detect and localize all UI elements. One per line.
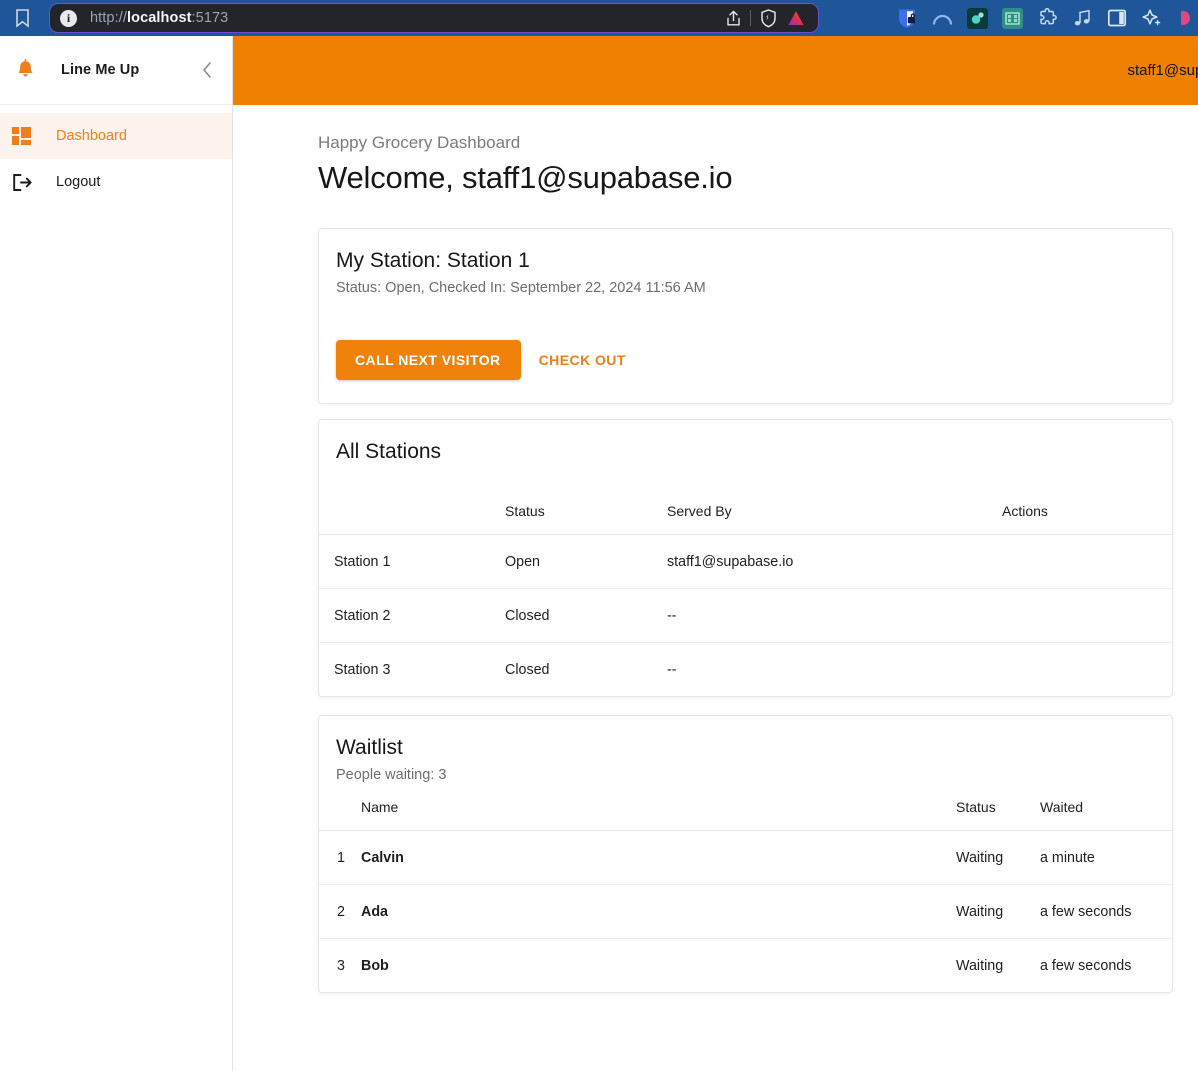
- address-bar[interactable]: i http://localhost:5173: [49, 3, 819, 33]
- cell-waited: a few seconds: [1040, 958, 1132, 974]
- cell-status: Closed: [505, 588, 667, 643]
- sidebar-brand: Line Me Up: [61, 62, 140, 78]
- call-next-visitor-button[interactable]: CALL NEXT VISITOR: [336, 340, 521, 380]
- sidebar-nav: Dashboard Logout: [0, 105, 232, 205]
- url-text: http://localhost:5173: [90, 10, 228, 26]
- cell-name: Ada: [361, 884, 956, 939]
- sidebar-panel-icon[interactable]: [1106, 7, 1128, 29]
- puzzle-extensions-icon[interactable]: [1036, 7, 1058, 29]
- my-station-title: My Station: Station 1: [336, 249, 530, 272]
- nordvpn-icon[interactable]: [931, 7, 953, 29]
- main-content: Happy Grocery Dashboard Welcome, staff1@…: [233, 105, 1198, 1071]
- table-row: Station 2 Closed --: [319, 588, 1172, 643]
- my-station-card: My Station: Station 1 Status: Open, Chec…: [318, 228, 1173, 404]
- grammarly-icon[interactable]: [966, 7, 988, 29]
- sidebar-item-logout[interactable]: Logout: [0, 159, 232, 205]
- brave-shield-icon[interactable]: [760, 8, 777, 28]
- browser-toolbar: i http://localhost:5173: [0, 0, 1198, 36]
- page-eyebrow: Happy Grocery Dashboard: [318, 133, 521, 152]
- cell-served-by: --: [667, 588, 1002, 643]
- cell-waited: a few seconds: [1040, 884, 1172, 939]
- url-scheme: http://: [90, 10, 127, 26]
- my-station-actions: CALL NEXT VISITOR CHECK OUT: [319, 296, 1172, 403]
- cell-status: Waiting: [956, 958, 1004, 974]
- cell-actions: [1002, 534, 1172, 589]
- cell-station: Station 1: [319, 534, 505, 589]
- col-waited: Waited: [1040, 783, 1172, 831]
- cell-index: 2: [319, 884, 361, 939]
- col-served-by: Served By: [667, 464, 1002, 535]
- metamask-icon[interactable]: [1001, 7, 1023, 29]
- pink-partial-icon[interactable]: [1176, 7, 1198, 29]
- cell-station: Station 3: [334, 662, 391, 678]
- table-row: Station 3 Closed --: [319, 643, 1172, 697]
- chevron-left-icon[interactable]: [196, 59, 218, 81]
- bookmark-icon[interactable]: [0, 0, 44, 36]
- table-header-row: Name Status Waited: [319, 783, 1172, 831]
- my-station-status: Status: Open, Checked In: September 22, …: [336, 280, 706, 296]
- toolbar-divider: [750, 10, 751, 26]
- url-host: localhost: [126, 10, 192, 26]
- list-item: 1 Calvin Waiting a minute: [319, 830, 1172, 885]
- cell-name: Bob: [361, 958, 389, 974]
- share-icon[interactable]: [726, 10, 741, 27]
- cell-index: 1: [319, 830, 361, 885]
- cell-waited: a minute: [1040, 830, 1172, 885]
- app-header: staff1@supabase.io: [233, 36, 1198, 105]
- cell-index: 3: [337, 958, 345, 974]
- sparkle-ai-icon[interactable]: [1141, 7, 1163, 29]
- list-item: 2 Ada Waiting a few seconds: [319, 884, 1172, 939]
- waitlist-title: Waitlist: [336, 736, 403, 759]
- cell-status: Waiting: [956, 830, 1040, 885]
- cell-actions: [1002, 643, 1172, 697]
- bell-icon: [16, 59, 44, 81]
- dashboard-grid-icon: [12, 127, 42, 145]
- all-stations-card: All Stations Status Served By Actions St…: [318, 419, 1173, 697]
- cell-served-by: --: [667, 662, 677, 678]
- sidebar-item-dashboard[interactable]: Dashboard: [0, 113, 232, 159]
- cell-name: Calvin: [361, 830, 956, 885]
- sidebar-item-label: Logout: [56, 174, 101, 190]
- brave-leo-icon[interactable]: [786, 9, 806, 27]
- list-item: 3 Bob Waiting a few seconds: [319, 939, 1172, 993]
- col-status: Status: [956, 783, 1040, 831]
- col-name: Name: [361, 783, 956, 831]
- waitlist-count: People waiting: 3: [336, 767, 447, 783]
- bitwarden-icon[interactable]: [896, 7, 918, 29]
- all-stations-title: All Stations: [336, 440, 442, 463]
- col-status: Status: [505, 464, 667, 535]
- col-station: [319, 464, 505, 535]
- url-port: :5173: [191, 10, 229, 26]
- logout-icon: [12, 173, 42, 192]
- waitlist-card: Waitlist People waiting: 3 Name Status W…: [318, 715, 1173, 993]
- header-user-email: staff1@supabase.io: [1127, 62, 1198, 79]
- cell-served-by: staff1@supabase.io: [667, 534, 1002, 589]
- table-header-row: Status Served By Actions: [319, 464, 1172, 535]
- sidebar-header: Line Me Up: [0, 36, 232, 105]
- cell-status: Open: [505, 534, 667, 589]
- sidebar-item-label: Dashboard: [56, 128, 127, 144]
- waitlist-table: Name Status Waited 1 Calvin Waiting a mi…: [319, 783, 1172, 992]
- check-out-button[interactable]: CHECK OUT: [529, 342, 636, 378]
- music-note-icon[interactable]: [1071, 7, 1093, 29]
- col-index: [319, 783, 361, 831]
- page-title: Welcome, staff1@supabase.io: [318, 160, 733, 195]
- table-row: Station 1 Open staff1@supabase.io: [319, 534, 1172, 589]
- extension-tray: [896, 0, 1198, 36]
- cell-status: Waiting: [956, 884, 1040, 939]
- cell-status: Closed: [505, 662, 550, 678]
- sidebar: Line Me Up Dashboard Logout: [0, 36, 233, 1071]
- col-actions: Actions: [1002, 464, 1172, 535]
- cell-station: Station 2: [319, 588, 505, 643]
- info-icon[interactable]: i: [60, 9, 77, 27]
- all-stations-table: Status Served By Actions Station 1 Open …: [319, 464, 1172, 696]
- cell-actions: [1002, 588, 1172, 643]
